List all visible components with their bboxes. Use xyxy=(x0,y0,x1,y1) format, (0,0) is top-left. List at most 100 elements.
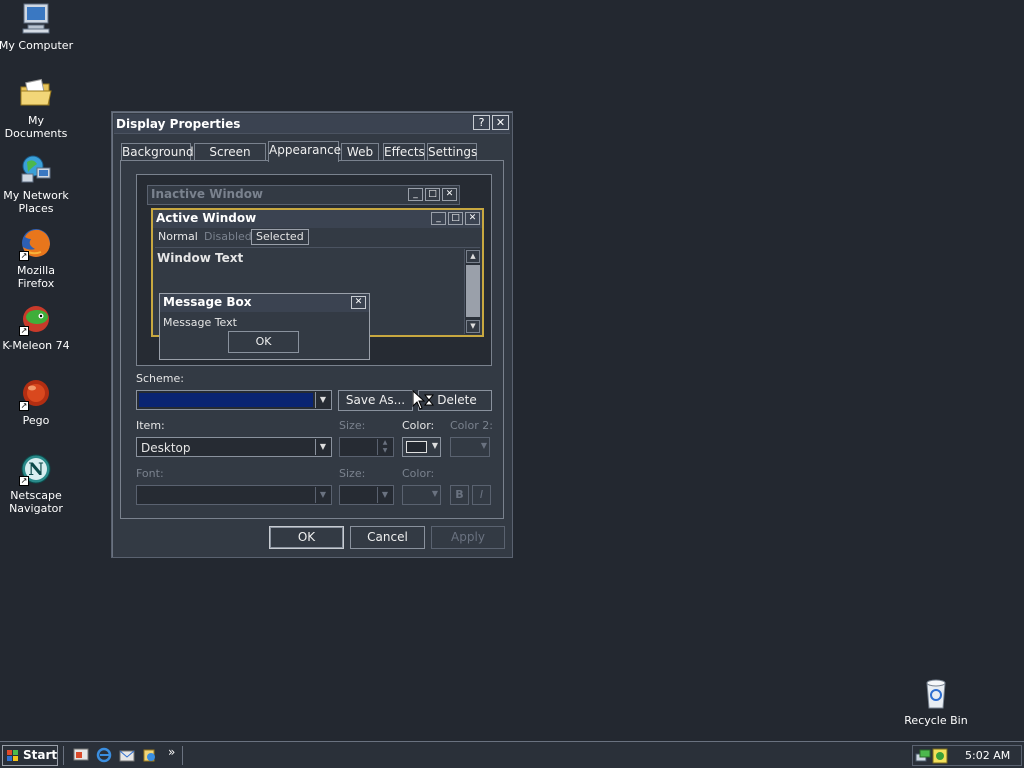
appearance-tab-panel: Inactive Window _ □ ✕ Active Window _ □ … xyxy=(120,160,504,519)
computer-icon xyxy=(19,2,53,36)
tab-settings[interactable]: Settings xyxy=(427,143,477,161)
preview-message-box: Message Box ✕ Message Text OK xyxy=(159,293,370,360)
font-label: Font: xyxy=(136,467,164,480)
preview-window-text: Window Text xyxy=(157,251,244,265)
help-button[interactable]: ? xyxy=(473,115,490,130)
chevron-down-icon: ▼ xyxy=(377,487,392,503)
display-properties-dialog: Display Properties ? ✕ Background Screen… xyxy=(111,111,513,558)
svg-text:N: N xyxy=(28,460,44,480)
start-button[interactable]: Start xyxy=(2,745,58,766)
preview-menu-disabled: Disabled xyxy=(204,230,252,243)
outlook-express-icon[interactable] xyxy=(119,747,135,763)
media-player-icon[interactable] xyxy=(142,747,158,763)
close-icon: ✕ xyxy=(442,188,457,201)
desktop-icon-label: Netscape Navigator xyxy=(9,489,63,515)
chevron-down-icon: ▼ xyxy=(431,441,438,450)
ok-button[interactable]: OK xyxy=(269,526,344,549)
close-icon: ✕ xyxy=(351,296,366,309)
save-as-button[interactable]: Save As... xyxy=(338,390,413,411)
font-size-dropdown: ▼ xyxy=(339,485,394,505)
firefox-icon: ↗ xyxy=(19,227,53,261)
item-label: Item: xyxy=(136,419,165,432)
shortcut-arrow-icon: ↗ xyxy=(19,251,29,261)
chevron-down-icon: ▼ xyxy=(315,392,330,408)
message-box-text: Message Text xyxy=(163,316,237,329)
scroll-down-arrow-icon: ▼ xyxy=(466,320,480,333)
tab-effects[interactable]: Effects xyxy=(383,143,425,161)
network-status-icon[interactable] xyxy=(915,748,931,764)
pego-icon: ↗ xyxy=(19,377,53,411)
desktop-icon-label: Recycle Bin xyxy=(904,714,968,727)
item-size-label: Size: xyxy=(339,419,366,432)
preview-menu-selected: Selected xyxy=(251,229,309,245)
item-dropdown[interactable]: Desktop ▼ xyxy=(136,437,332,457)
minimize-icon: _ xyxy=(431,212,446,225)
desktop-icon-my-computer[interactable]: My Computer xyxy=(0,2,74,52)
close-button[interactable]: ✕ xyxy=(492,115,509,130)
desktop-icon-label: Mozilla Firefox xyxy=(17,264,55,290)
font-color-label: Color: xyxy=(402,467,435,480)
desktop-icon-label: My Network Places xyxy=(3,189,69,215)
desktop-icon-my-documents[interactable]: My Documents xyxy=(0,77,74,140)
preview-menu-normal: Normal xyxy=(158,230,198,243)
item-color2-label: Color 2: xyxy=(450,419,493,432)
windows-logo-icon xyxy=(7,749,19,761)
desktop-icon-label: My Computer xyxy=(0,39,74,52)
recycle-bin-icon xyxy=(919,677,953,711)
appearance-preview[interactable]: Inactive Window _ □ ✕ Active Window _ □ … xyxy=(136,174,492,366)
cancel-button[interactable]: Cancel xyxy=(350,526,425,549)
item-size-spinner: ▲ ▼ xyxy=(339,437,394,457)
minimize-icon: _ xyxy=(408,188,423,201)
scheme-label: Scheme: xyxy=(136,372,184,385)
tab-appearance[interactable]: Appearance xyxy=(268,141,341,162)
chevron-down-icon: ▼ xyxy=(315,439,330,455)
tray-app-icon[interactable] xyxy=(932,748,948,764)
kmeleon-icon: ↗ xyxy=(19,302,53,336)
desktop-icon-pego[interactable]: ↗ Pego xyxy=(0,377,74,427)
show-desktop-icon[interactable] xyxy=(73,747,89,763)
maximize-icon: □ xyxy=(425,188,440,201)
tab-web[interactable]: Web xyxy=(341,143,379,161)
quick-launch-chevron-icon[interactable]: » xyxy=(168,745,175,759)
tab-background[interactable]: Background xyxy=(121,143,194,161)
font-color-picker: ▼ xyxy=(402,485,441,505)
close-icon: ✕ xyxy=(465,212,480,225)
desktop-icon-my-network-places[interactable]: My Network Places xyxy=(0,152,74,215)
desktop-icon-recycle-bin[interactable]: Recycle Bin xyxy=(898,677,974,727)
desktop-icon-netscape-navigator[interactable]: N ↗ Netscape Navigator xyxy=(0,452,74,515)
message-box-title: Message Box xyxy=(160,294,369,312)
netscape-icon: N ↗ xyxy=(19,452,53,486)
network-icon xyxy=(19,152,53,186)
color-swatch xyxy=(406,441,427,453)
internet-explorer-icon[interactable] xyxy=(96,747,112,763)
folder-icon xyxy=(19,77,53,111)
mouse-cursor-icon xyxy=(412,389,435,412)
scroll-up-arrow-icon: ▲ xyxy=(466,250,480,263)
dialog-titlebar[interactable]: Display Properties ? ✕ xyxy=(114,114,510,134)
start-label: Start xyxy=(23,748,58,762)
message-box-ok-button: OK xyxy=(228,331,299,353)
clock[interactable]: 5:02 AM xyxy=(965,749,1010,762)
desktop-icon-k-meleon[interactable]: ↗ K-Meleon 74 xyxy=(0,302,74,352)
desktop-icon-label: Pego xyxy=(22,414,50,427)
bold-button: B xyxy=(450,485,469,505)
preview-inactive-window: Inactive Window _ □ ✕ xyxy=(147,185,460,205)
item-color-label: Color: xyxy=(402,419,435,432)
desktop-icon-mozilla-firefox[interactable]: ↗ Mozilla Firefox xyxy=(0,227,74,290)
scheme-dropdown[interactable]: ▼ xyxy=(136,390,332,410)
item-color-picker[interactable]: ▼ xyxy=(402,437,441,457)
italic-button: I xyxy=(472,485,491,505)
tab-screen-saver[interactable]: Screen Saver xyxy=(194,143,266,175)
shortcut-arrow-icon: ↗ xyxy=(19,326,29,336)
shortcut-arrow-icon: ↗ xyxy=(19,401,29,411)
dialog-title: Display Properties xyxy=(116,117,241,131)
preview-menu-divider xyxy=(155,247,480,248)
desktop-icon-label: My Documents xyxy=(4,114,68,140)
font-size-label: Size: xyxy=(339,467,366,480)
chevron-down-icon: ▼ xyxy=(431,489,438,498)
taskbar-separator xyxy=(63,746,65,765)
scheme-selected-value xyxy=(139,393,313,407)
preview-scrollbar: ▲ ▼ xyxy=(464,249,480,334)
chevron-down-icon: ▼ xyxy=(480,441,487,450)
spinner-arrows-icon: ▲ ▼ xyxy=(377,439,392,455)
